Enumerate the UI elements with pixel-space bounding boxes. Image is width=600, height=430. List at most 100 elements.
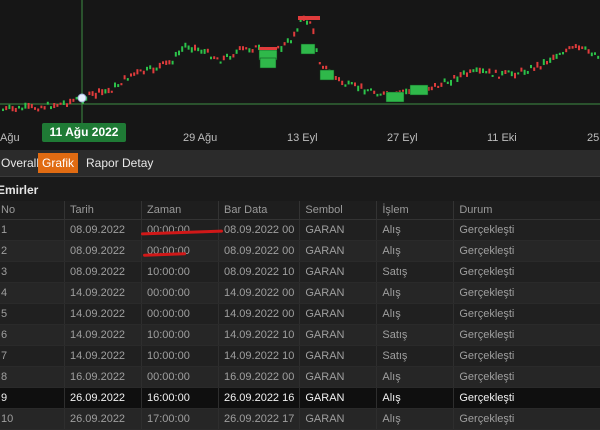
table-row[interactable]: 10 26.09.2022 17:00:00 26.09.2022 17 GARAN Al… — [0, 408, 600, 430]
x-axis-label-27-sep: 27 Eyl — [387, 132, 418, 144]
candle — [373, 90, 376, 94]
candle — [107, 87, 110, 94]
crosshair-point — [77, 93, 87, 103]
candle — [376, 93, 379, 97]
table-row[interactable]: 2 08.09.2022 00:00:00 08.09.2022 00 GARAN Alı… — [0, 240, 600, 262]
candle — [251, 49, 254, 53]
cell-tarih: 08.09.2022 — [64, 261, 142, 283]
cell-islem: Alış — [376, 387, 455, 409]
candle — [219, 61, 222, 64]
table-row[interactable]: 7 14.09.2022 10:00:00 14.09.2022 10 GARAN Sat… — [0, 345, 600, 367]
cell-durum: Gerçekleşti — [453, 261, 600, 283]
candle — [101, 89, 104, 96]
table-row[interactable]: 6 14.09.2022 10:00:00 14.09.2022 10 GARAN Sat… — [0, 324, 600, 346]
cell-islem: Alış — [376, 303, 455, 325]
candle — [69, 98, 72, 105]
candle — [434, 83, 436, 87]
cell-sembol: GARAN — [299, 261, 378, 283]
tab-grafik[interactable]: Grafik — [38, 153, 79, 173]
cell-sembol: GARAN — [299, 408, 378, 430]
candle — [542, 59, 545, 66]
candle — [533, 67, 536, 71]
candle — [466, 72, 468, 77]
candle — [363, 89, 366, 95]
cell-durum: Gerçekleşti — [453, 303, 600, 325]
cell-durum: Gerçekleşti — [453, 324, 600, 346]
candle — [574, 44, 577, 49]
candle — [120, 83, 123, 86]
candle — [280, 46, 283, 52]
tab-overall[interactable]: Overall — [0, 153, 43, 173]
candle — [59, 102, 62, 105]
candle — [11, 106, 14, 112]
cell-zaman: 00:00:00 — [141, 240, 219, 262]
candle — [158, 62, 161, 69]
cell-sembol: GARAN — [299, 240, 378, 262]
table-row[interactable]: 9 26.09.2022 16:00:00 26.09.2022 16 GARAN Alı… — [0, 387, 600, 409]
cell-islem: Alış — [376, 282, 455, 304]
candle — [446, 81, 449, 84]
cell-bar-data: 08.09.2022 00 — [218, 240, 301, 262]
column-header-durum[interactable]: Durum — [453, 201, 600, 220]
column-header-sembol[interactable]: Sembol — [299, 201, 378, 220]
candle — [306, 20, 308, 25]
column-header-islem[interactable]: İşlem — [376, 201, 455, 220]
candle — [24, 102, 27, 109]
candle — [536, 61, 539, 68]
candle — [34, 107, 36, 110]
buy-marker — [385, 91, 405, 103]
candle — [366, 89, 369, 92]
cell-no: 8 — [0, 366, 65, 388]
candle — [104, 89, 107, 94]
candle — [229, 56, 232, 60]
candle — [181, 46, 184, 52]
orders-section-title: Emirler — [0, 180, 600, 200]
cell-no: 6 — [0, 324, 65, 346]
candle — [62, 100, 65, 106]
candle — [312, 28, 315, 35]
candle — [110, 90, 113, 93]
candle — [142, 70, 145, 75]
cell-tarih: 14.09.2022 — [64, 324, 142, 346]
candle — [2, 108, 4, 112]
candle — [469, 69, 472, 73]
cell-islem: Alış — [376, 240, 455, 262]
cell-durum: Gerçekleşti — [453, 387, 600, 409]
tab-rapor-detay[interactable]: Rapor Detay — [82, 153, 157, 173]
orders-title-text: Emirler — [0, 183, 39, 197]
cell-no: 1 — [0, 219, 65, 241]
column-header-no[interactable]: No — [0, 201, 65, 220]
candle — [8, 104, 11, 110]
candle — [283, 42, 286, 46]
x-axis-label-25: 25 — [587, 132, 600, 144]
candle — [526, 70, 529, 74]
candle — [587, 49, 590, 54]
price-chart[interactable]: Ağu 29 Ağu 13 Eyl 27 Eyl 11 Eki 25 11 Ağ… — [0, 0, 600, 150]
candle — [440, 82, 443, 87]
cell-tarih: 14.09.2022 — [64, 282, 142, 304]
table-row[interactable]: 8 16.09.2022 00:00:00 16.09.2022 00 GARAN Alı… — [0, 366, 600, 388]
candle — [501, 70, 504, 76]
table-row[interactable]: 3 08.09.2022 10:00:00 08.09.2022 10 GARAN Sat… — [0, 261, 600, 283]
column-header-bar-data[interactable]: Bar Data — [218, 201, 301, 220]
column-header-tarih[interactable]: Tarih — [64, 201, 142, 220]
cell-durum: Gerçekleşti — [453, 408, 600, 430]
cell-no: 9 — [0, 387, 65, 409]
candle — [549, 57, 552, 63]
candle — [565, 48, 568, 53]
candle — [162, 61, 164, 65]
candle — [523, 69, 526, 75]
cell-durum: Gerçekleşti — [453, 240, 600, 262]
candle — [194, 44, 196, 51]
candle — [504, 70, 507, 75]
table-row[interactable]: 5 14.09.2022 00:00:00 14.09.2022 00 GARAN Alı… — [0, 303, 600, 325]
table-row[interactable]: 1 08.09.2022 00:00:00 08.09.2022 00 GARAN Alı… — [0, 219, 600, 241]
candle — [584, 46, 587, 50]
candle — [197, 47, 200, 52]
candle — [338, 77, 340, 82]
candle — [248, 48, 251, 53]
column-header-zaman[interactable]: Zaman — [141, 201, 219, 220]
table-row[interactable]: 4 14.09.2022 00:00:00 14.09.2022 00 GARAN Alı… — [0, 282, 600, 304]
candle — [126, 78, 129, 81]
candle — [165, 60, 168, 65]
